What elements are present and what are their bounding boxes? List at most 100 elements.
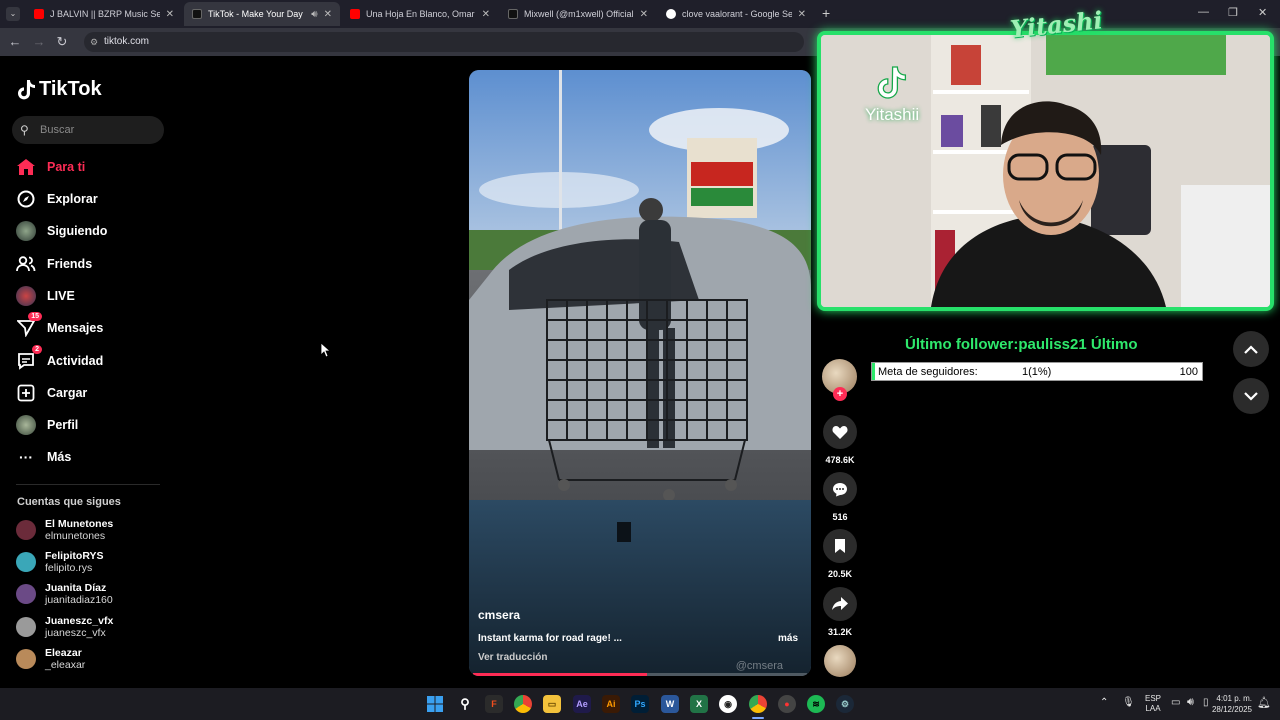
close-icon[interactable]: ✕ [482,9,490,20]
video-author[interactable]: cmsera [478,608,520,622]
obs-icon[interactable]: ◉ [719,695,737,713]
search-icon[interactable]: ⚲ [456,695,474,713]
share-icon[interactable] [823,587,857,621]
recorder-icon[interactable]: ● [778,695,796,713]
music-disc[interactable] [824,645,856,677]
word-icon[interactable]: W [661,695,679,713]
following-account[interactable]: Juanita Díaz juanitadiaz160 [16,582,113,606]
chrome-active-icon[interactable] [749,695,767,713]
volume-icon[interactable]: 🔊︎ [1187,696,1194,709]
close-window-button[interactable]: ✕ [1258,6,1267,19]
figma-icon[interactable]: F [485,695,503,713]
site-info-icon[interactable]: ⚙ [90,32,98,52]
back-button[interactable]: ← [7,34,23,50]
tab-una-hoja[interactable]: Una Hoja En Blanco, Omar Geles ✕ [342,2,498,26]
battery-icon[interactable]: ▯ [1203,697,1209,708]
tab-search-button[interactable]: ⌄ [6,7,20,21]
forward-button[interactable]: → [31,34,47,50]
nav-cargar[interactable]: Cargar [16,381,87,405]
video-progress-bar[interactable] [473,673,807,676]
notification-bell-icon[interactable]: 🔔︎ [1257,696,1271,709]
folder-icon[interactable]: ▭ [543,695,561,713]
active-app-indicator [752,717,764,719]
live-icon [16,286,36,306]
close-icon[interactable]: ✕ [640,9,648,20]
nav-mensajes[interactable]: 15 Mensajes [16,312,103,340]
network-icon[interactable]: ▭ [1171,697,1180,708]
photoshop-icon[interactable]: Ps [631,695,649,713]
share-count: 31.2K [827,627,853,637]
video-more-button[interactable]: más [778,633,798,644]
comment-icon[interactable] [823,472,857,506]
following-account[interactable]: Juaneszc_vfx juaneszc_vfx [16,615,113,639]
close-icon[interactable]: ✕ [798,9,806,20]
heart-icon[interactable] [823,415,857,449]
close-icon[interactable]: ✕ [166,9,174,20]
follower-goal-bar: Meta de seguidores: 1(1%) 100 [871,362,1203,381]
tray-overflow-icon[interactable]: ⌃ [1100,697,1108,708]
account-name: Juanita Díaz [45,582,107,594]
account-name: FelipitoRYS [45,550,104,562]
previous-video-button[interactable] [1233,331,1269,367]
tiktok-sidebar: TikTok ⚲ Buscar Para ti Explorar Siguien… [0,56,175,688]
save-action[interactable]: 20.5K [822,529,858,579]
search-icon: ⚲ [20,123,29,137]
nav-explorar[interactable]: Explorar [16,187,98,211]
chrome-icon[interactable] [514,695,532,713]
nav-mas[interactable]: ··· Más [16,445,71,469]
reload-button[interactable]: ↻ [54,34,70,50]
webcam-overlay: Yitashii [817,31,1274,311]
excel-icon[interactable]: X [690,695,708,713]
tab-tiktok[interactable]: TikTok - Make Your Day 🔊︎ ✕ [184,2,340,26]
close-icon[interactable]: ✕ [324,9,332,20]
profile-icon [16,415,36,435]
after-effects-icon[interactable]: Ae [573,695,591,713]
microphone-icon[interactable]: 🎙︎ [1122,697,1135,708]
start-icon[interactable] [426,695,444,713]
account-handle: _eleaxar [45,659,86,671]
bookmark-icon[interactable] [823,529,857,563]
following-account[interactable]: Eleazar _eleaxar [16,647,85,671]
following-account[interactable]: FelipitoRYS felipito.rys [16,550,104,574]
chevron-up-icon [1244,344,1258,354]
address-bar[interactable]: ⚙ tiktok.com [84,32,804,52]
tiktok-logo[interactable]: TikTok [16,78,102,101]
tiktok-icon [18,79,35,99]
spotify-icon[interactable]: ≋ [807,695,825,713]
speaker-icon[interactable]: 🔊︎ [311,9,317,20]
following-account[interactable]: El Munetones elmunetones [16,518,113,542]
comment-action[interactable]: 516 [822,472,858,522]
video-progress-fill [473,673,647,676]
tab-google-search[interactable]: clove vaalorant - Google Search ✕ [658,2,814,26]
like-action[interactable]: 478.6K [822,415,858,465]
video-watermark: @cmsera [735,660,783,672]
account-name: Juaneszc_vfx [45,615,114,627]
account-name: Eleazar [45,647,82,659]
nav-para-ti[interactable]: Para ti [16,155,85,179]
translate-button[interactable]: Ver traducción [478,652,547,663]
language-code: ESP [1145,694,1162,703]
illustrator-icon[interactable]: Ai [602,695,620,713]
clock[interactable]: 4:01 p. m. 28/12/2025 [1210,693,1252,715]
tab-jbalvin[interactable]: J BALVIN || BZRP Music Sessions ✕ [26,2,182,26]
steam-icon[interactable]: ⚙ [836,695,854,713]
restore-button[interactable]: ❐ [1228,6,1238,19]
tab-mixwell[interactable]: Mixwell (@m1xwell) Official | TikTok ✕ [500,2,656,26]
youtube-icon [350,9,360,19]
next-video-button[interactable] [1233,378,1269,414]
new-tab-button[interactable]: + [822,5,830,21]
avatar [16,552,36,572]
share-action[interactable]: 31.2K [822,587,858,637]
nav-live[interactable]: LIVE [16,284,75,308]
activity-badge: 2 [32,345,42,354]
nav-siguiendo[interactable]: Siguiendo [16,219,107,243]
avatar-icon [16,221,36,241]
nav-perfil[interactable]: Perfil [16,413,78,437]
nav-friends[interactable]: Friends [16,252,92,276]
nav-actividad[interactable]: 2 Actividad [16,345,103,373]
follow-button[interactable]: + [833,387,847,401]
minimize-button[interactable]: — [1198,6,1209,18]
video-player[interactable]: cmsera Instant karma for road rage! ... … [469,70,811,676]
language-indicator[interactable]: ESP LAA [1145,694,1161,714]
search-input[interactable]: ⚲ Buscar [12,116,164,144]
